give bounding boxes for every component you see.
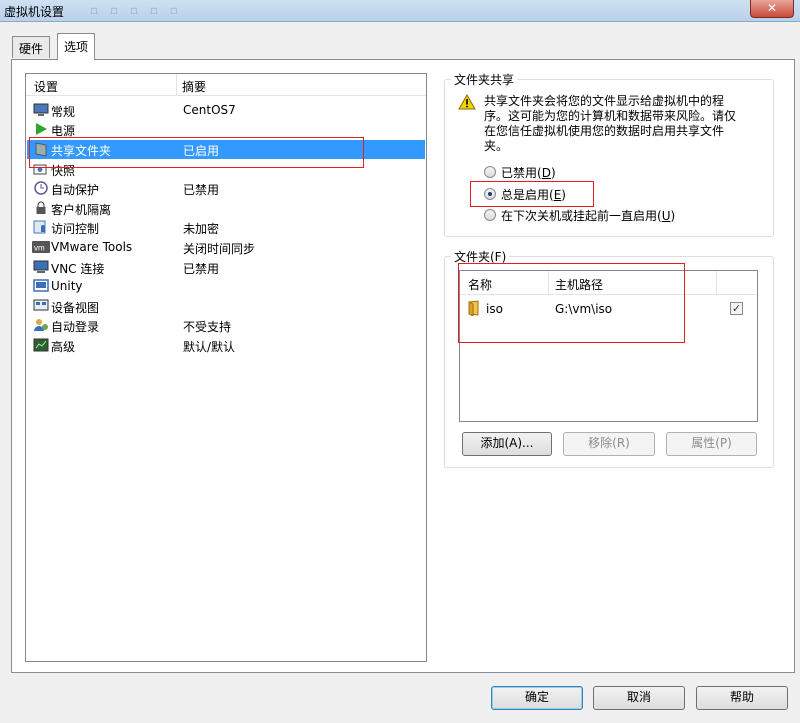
radio-until-power-off-dot[interactable]	[484, 209, 496, 221]
vnc-icon	[33, 260, 49, 275]
settings-row-access-control[interactable]: 访问控制 未加密	[27, 218, 425, 237]
cancel-button[interactable]: 取消	[593, 686, 685, 710]
add-folder-button[interactable]: 添加(A)...	[462, 432, 552, 456]
column-header-setting[interactable]: 设置	[34, 78, 58, 95]
unity-icon	[33, 279, 49, 294]
title-bar: 虚拟机设置 ▫ ▫ ▫ ▫ ▫ ✕	[0, 0, 800, 22]
settings-row-guest-isolation[interactable]: 客户机隔离	[27, 199, 425, 218]
highlight-box-folders-table	[458, 263, 685, 343]
play-icon	[33, 122, 49, 137]
settings-row-autoprotect[interactable]: 自动保护 已禁用	[27, 179, 425, 198]
folder-enabled-checkbox[interactable]: ✓	[730, 302, 743, 315]
highlight-box-shared-folders	[29, 137, 364, 168]
window-title: 虚拟机设置	[4, 5, 65, 19]
settings-row-general[interactable]: 常规 CentOS7	[27, 101, 425, 120]
autoprotect-icon	[33, 181, 49, 196]
help-button[interactable]: 帮助	[696, 686, 788, 710]
auto-login-icon	[33, 318, 49, 333]
monitor-icon	[33, 103, 49, 118]
ok-button[interactable]: 确定	[491, 686, 583, 710]
remove-folder-button[interactable]: 移除(R)	[563, 432, 655, 456]
column-header-summary[interactable]: 摘要	[182, 78, 206, 95]
radio-disabled-dot[interactable]	[484, 166, 496, 178]
settings-row-auto-login[interactable]: 自动登录 不受支持	[27, 316, 425, 335]
access-control-icon	[33, 220, 49, 235]
folder-sharing-title: 文件夹共享	[451, 71, 518, 88]
settings-row-vmware-tools[interactable]: vm VMware Tools 关闭时间同步	[27, 238, 425, 257]
settings-row-advanced[interactable]: 高级 默认/默认	[27, 336, 425, 355]
settings-row-device-view[interactable]: 设备视图	[27, 297, 425, 316]
advanced-icon	[33, 338, 49, 353]
settings-row-unity[interactable]: Unity	[27, 277, 425, 296]
close-button[interactable]: ✕	[750, 0, 794, 18]
properties-button[interactable]: 属性(P)	[666, 432, 757, 456]
warning-icon	[458, 93, 476, 110]
tab-options[interactable]: 选项	[57, 33, 96, 60]
settings-row-vnc[interactable]: VNC 连接 已禁用	[27, 258, 425, 277]
folder-sharing-warning: 共享文件夹会将您的文件显示给虚拟机中的程序。这可能为您的计算机和数据带来风险。请…	[484, 94, 737, 153]
svg-text:vm: vm	[34, 244, 45, 253]
vmware-tools-icon: vm	[32, 240, 50, 255]
title-bar-background-icons: ▫ ▫ ▫ ▫ ▫	[90, 3, 182, 17]
device-view-icon	[33, 299, 49, 314]
tab-hardware[interactable]: 硬件	[12, 36, 51, 58]
highlight-box-always-enabled	[470, 181, 594, 207]
lock-icon	[33, 201, 49, 216]
settings-list-header: 设置 摘要	[26, 74, 426, 96]
